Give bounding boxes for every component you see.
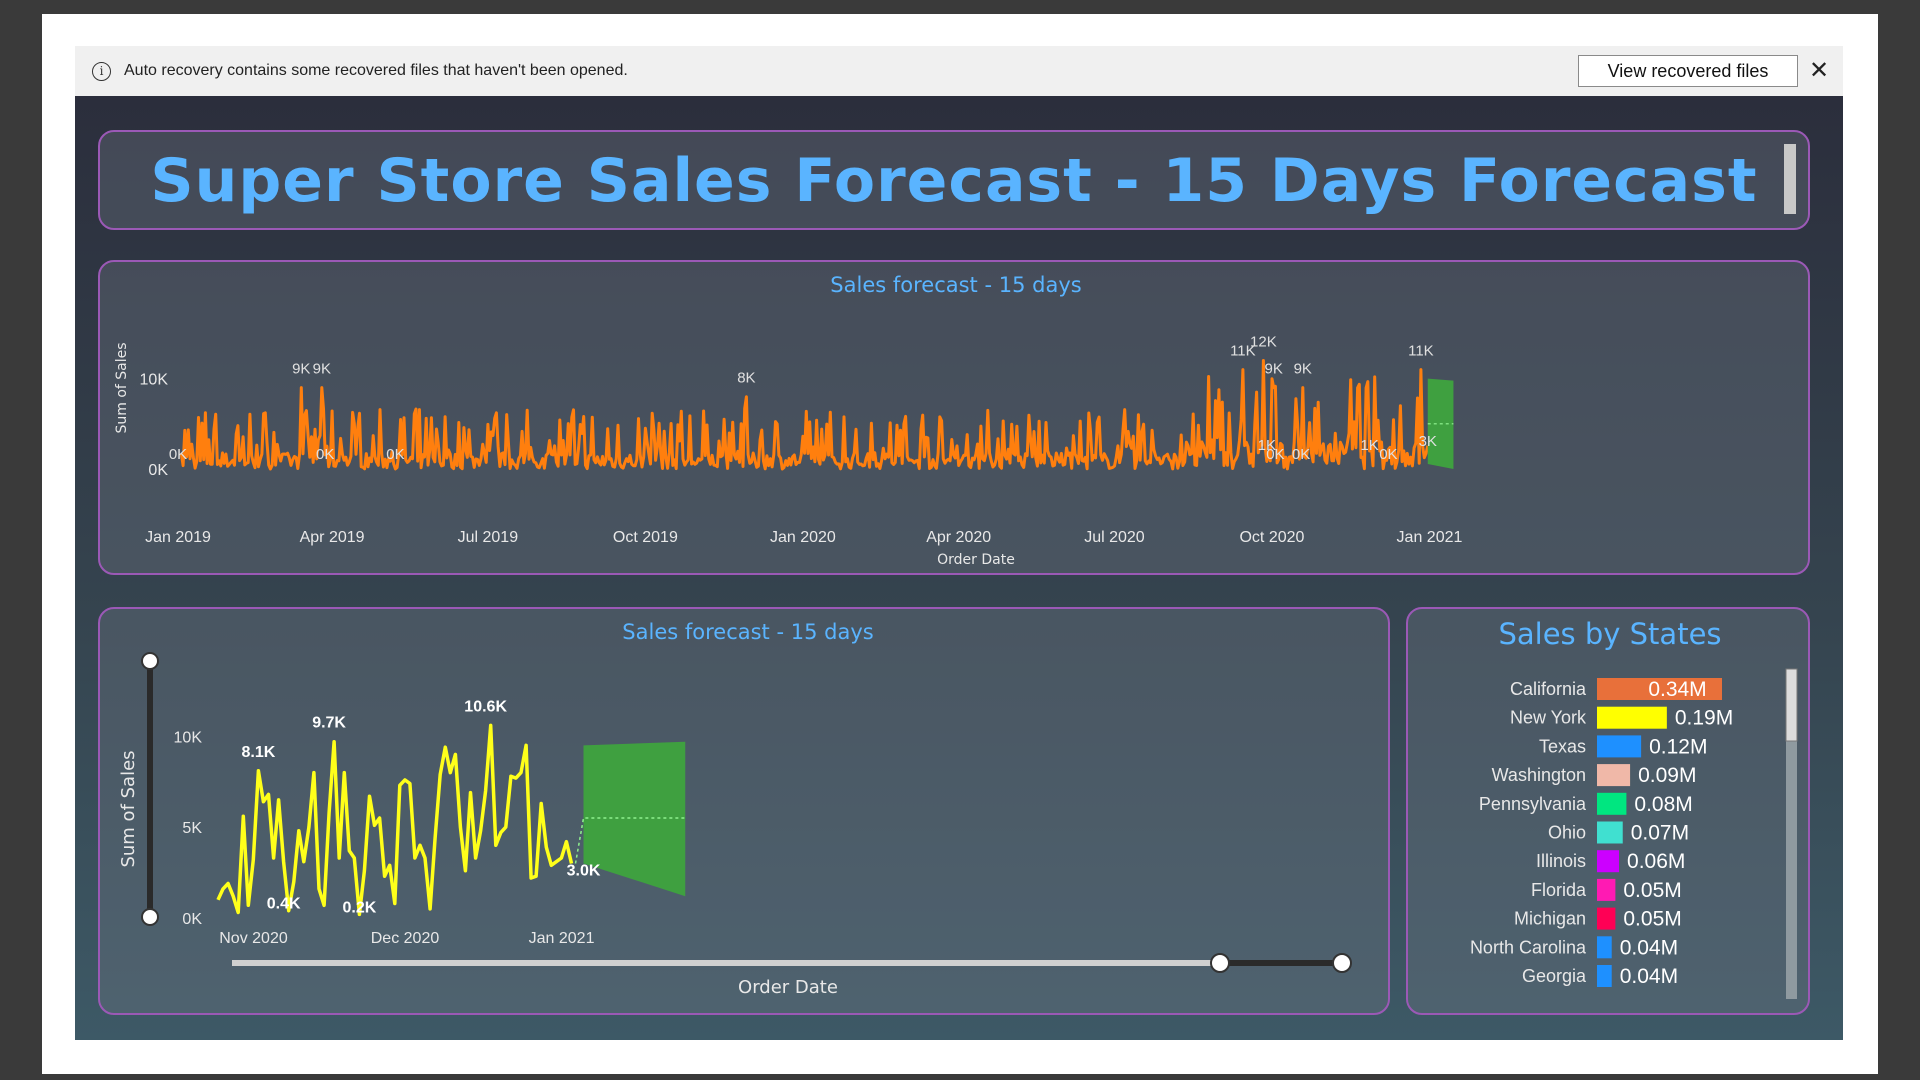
- data-label: 12K: [1250, 334, 1277, 351]
- data-label: 0K: [316, 446, 334, 463]
- y-slider-handle-bottom: [141, 908, 159, 926]
- x-axis-title: Order Date: [937, 552, 1015, 568]
- state-value-label: 0.12M: [1649, 735, 1707, 758]
- data-label: 0.2K: [343, 899, 377, 916]
- chart-title: Sales forecast - 15 days: [622, 620, 873, 644]
- state-label: Ohio: [1548, 823, 1586, 843]
- state-bar: [1597, 850, 1620, 873]
- data-label: 1K: [1360, 437, 1378, 454]
- x-axis-title: Order Date: [738, 977, 838, 998]
- x-slider-handle-right: [1332, 953, 1352, 973]
- sales-series-line: [179, 359, 1430, 471]
- state-label: Pennsylvania: [1479, 794, 1587, 814]
- y-tick-label: 10K: [140, 372, 169, 389]
- state-value-label: 0.19M: [1675, 707, 1733, 730]
- state-value-label: 0.04M: [1620, 965, 1678, 988]
- chart-title: Sales by States: [1498, 617, 1721, 651]
- x-tick-label: Jan 2021: [529, 930, 595, 947]
- chart-title: Sales forecast - 15 days: [830, 273, 1081, 297]
- state-bar: [1597, 821, 1623, 844]
- x-tick-label: Apr 2020: [926, 529, 991, 546]
- state-label: Florida: [1531, 880, 1587, 900]
- state-label: North Carolina: [1470, 937, 1587, 957]
- forecast-chart-zoom[interactable]: Sales forecast - 15 days Sum of Sales Orde…: [98, 607, 1390, 1015]
- state-value-label: 0.08M: [1634, 793, 1692, 816]
- state-label: Georgia: [1522, 966, 1587, 986]
- states-chart-svg: Sales by States California 0.34M New York 0.…: [1470, 617, 1798, 999]
- x-tick-label: Jan 2021: [1397, 529, 1463, 546]
- state-label: Washington: [1492, 765, 1586, 785]
- x-tick-label: Oct 2019: [613, 529, 678, 546]
- data-label: 11K: [1408, 343, 1434, 360]
- state-label: Texas: [1539, 736, 1586, 756]
- forecast-chart-full[interactable]: Sales forecast - 15 days Sum of Sales Orde…: [98, 260, 1810, 575]
- x-slider-handle-left: [1210, 953, 1230, 973]
- data-label: 0K: [1292, 446, 1310, 463]
- data-label: 3.0K: [567, 862, 601, 879]
- state-label: Illinois: [1536, 851, 1586, 871]
- state-value-label: 0.05M: [1623, 879, 1681, 902]
- state-bar: [1597, 792, 1627, 815]
- data-label: 10.6K: [464, 698, 507, 715]
- data-label: 8K: [737, 370, 755, 387]
- view-recovered-files-button[interactable]: View recovered files: [1578, 55, 1798, 87]
- sales-by-states-chart[interactable]: Sales by States California 0.34M New York 0.…: [1406, 607, 1810, 1015]
- report-canvas: Super Store Sales Forecast - 15 Days For…: [75, 96, 1843, 1040]
- state-value-label: 0.05M: [1623, 908, 1681, 931]
- top-chart-svg: Sales forecast - 15 days Sum of Sales Orde…: [114, 273, 1463, 568]
- state-bar: [1597, 735, 1642, 758]
- state-label: Michigan: [1514, 909, 1586, 929]
- state-bar: [1597, 878, 1616, 901]
- data-label: 9K: [313, 361, 331, 378]
- x-tick-label: Jan 2019: [145, 529, 211, 546]
- recovery-banner: i Auto recovery contains some recovered …: [75, 46, 1843, 96]
- data-label: 9K: [1265, 361, 1283, 378]
- state-value-label: 0.09M: [1638, 764, 1696, 787]
- y-slider-handle-top: [141, 652, 159, 670]
- close-icon[interactable]: ✕: [1807, 58, 1831, 82]
- state-bar: [1597, 706, 1667, 729]
- state-value-label: 0.07M: [1631, 822, 1689, 845]
- states-scrollbar-thumb: [1785, 668, 1798, 742]
- state-bar: [1597, 965, 1612, 987]
- title-scrollbar[interactable]: [1784, 144, 1796, 214]
- x-tick-label: Jul 2020: [1084, 529, 1145, 546]
- y-axis-title: Sum of Sales: [114, 342, 130, 433]
- data-label: 0.4K: [267, 896, 301, 913]
- x-tick-label: Dec 2020: [371, 930, 440, 947]
- data-label: 0K: [1379, 446, 1397, 463]
- state-value-label: 0.34M: [1648, 678, 1706, 701]
- data-label: 0K: [386, 446, 404, 463]
- x-tick-label: Jan 2020: [770, 529, 836, 546]
- data-label: 9K: [1294, 361, 1312, 378]
- y-tick-label: 0K: [182, 911, 202, 928]
- title-panel: Super Store Sales Forecast - 15 Days For…: [98, 130, 1810, 230]
- x-tick-label: Nov 2020: [219, 930, 288, 947]
- y-tick-label: 10K: [174, 729, 203, 746]
- data-label: 0K: [169, 446, 187, 463]
- bottom-chart-svg: Sales forecast - 15 days Sum of Sales Orde…: [118, 620, 1352, 998]
- state-bar: [1597, 764, 1631, 787]
- x-tick-label: Oct 2020: [1239, 529, 1304, 546]
- x-tick-label: Jul 2019: [458, 529, 519, 546]
- dashboard-title: Super Store Sales Forecast - 15 Days For…: [150, 146, 1758, 216]
- data-label: 9.7K: [312, 715, 346, 732]
- x-tick-label: Apr 2019: [300, 529, 365, 546]
- state-label: New York: [1510, 708, 1587, 728]
- state-label: California: [1510, 679, 1587, 699]
- y-tick-label: 0K: [148, 462, 168, 479]
- state-bar: [1597, 907, 1616, 930]
- data-label: 8.1K: [242, 744, 276, 761]
- y-tick-label: 5K: [182, 820, 202, 837]
- y-axis-title: Sum of Sales: [118, 750, 139, 867]
- data-label: 3K: [1419, 433, 1437, 450]
- recovery-message: Auto recovery contains some recovered fi…: [124, 62, 628, 79]
- info-icon: i: [92, 61, 111, 81]
- data-label: 9K: [292, 361, 310, 378]
- state-bar: [1597, 936, 1612, 959]
- state-value-label: 0.04M: [1620, 936, 1678, 959]
- data-label: 0K: [1266, 446, 1284, 463]
- state-value-label: 0.06M: [1627, 850, 1685, 873]
